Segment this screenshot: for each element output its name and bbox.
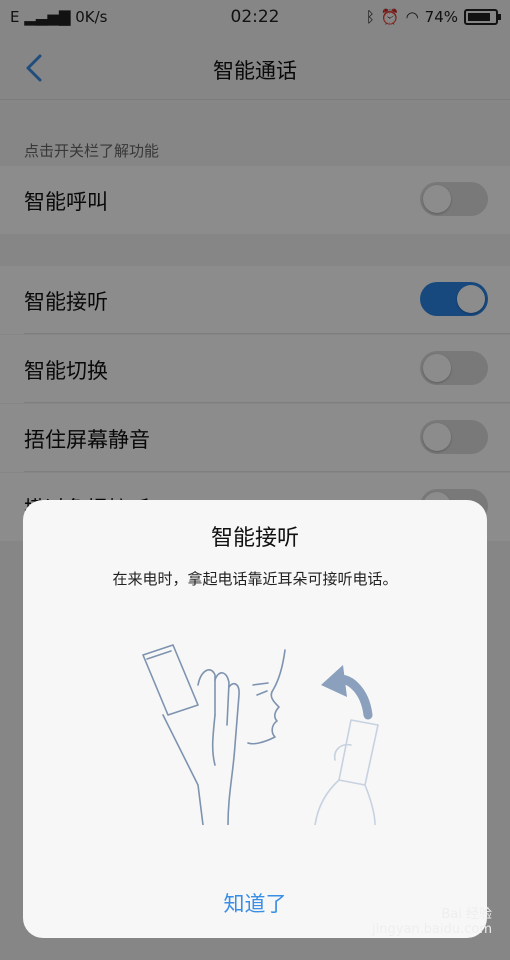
- watermark-brand: Bai 经验: [441, 907, 492, 922]
- phone-to-ear-illustration: [142, 644, 379, 825]
- watermark-url: jingyan.baidu.com: [372, 922, 492, 937]
- info-dialog: 智能接听 在来电时，拿起电话靠近耳朵可接听电话。 知道了: [23, 500, 487, 938]
- arrow-head: [321, 665, 347, 697]
- dialog-title: 智能接听: [210, 526, 299, 551]
- dialog-message: 在来电时，拿起电话靠近耳朵可接听电话。: [112, 570, 398, 588]
- watermark: Bai 经验 jingyan.baidu.com: [372, 903, 492, 937]
